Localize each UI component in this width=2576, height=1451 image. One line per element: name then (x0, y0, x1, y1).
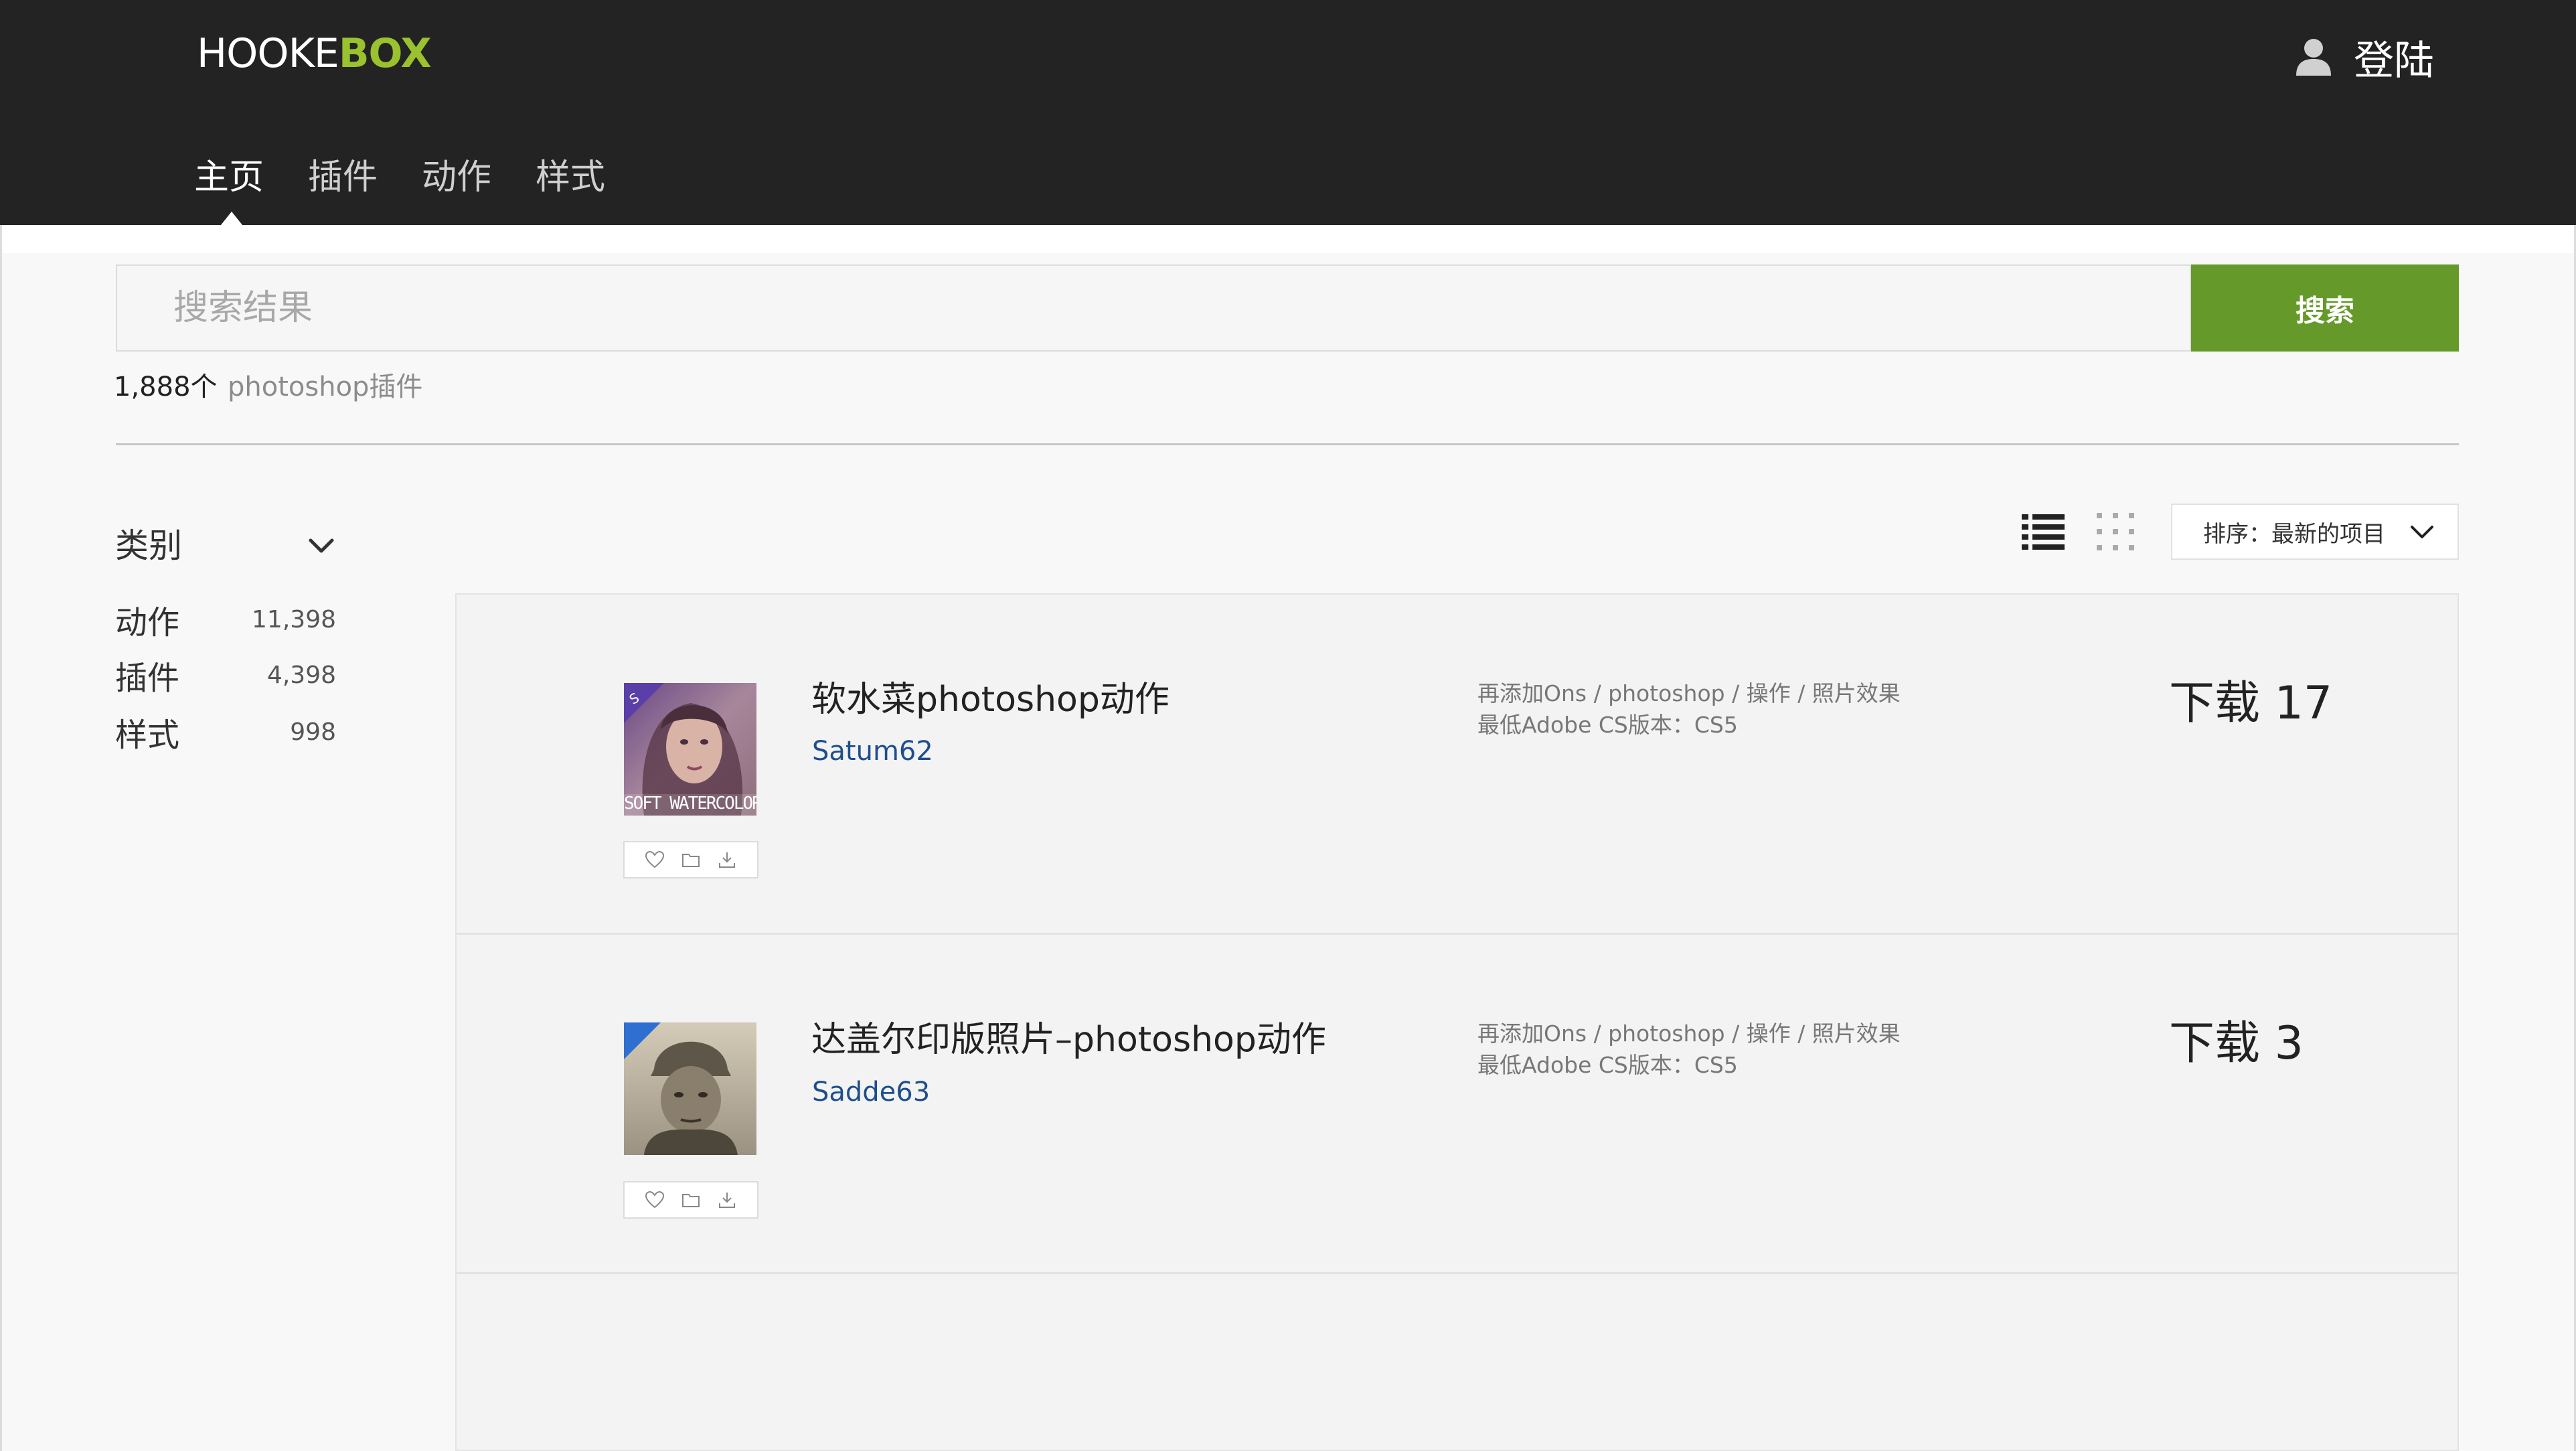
logo-text-part2: BOX (338, 30, 432, 77)
result-thumbnail[interactable]: S SOFT WATERCOLOR (624, 683, 756, 816)
item-actions (623, 841, 758, 879)
nav-item-styles[interactable]: 样式 (536, 151, 605, 204)
main-nav: 主页 插件 动作 样式 (194, 151, 649, 204)
category-item-actions[interactable]: 动作 11,398 (115, 593, 336, 646)
folder-icon[interactable] (681, 1190, 701, 1210)
nav-item-plugins[interactable]: 插件 (308, 151, 378, 204)
active-nav-indicator (221, 212, 242, 225)
thumbnail-caption: SOFT WATERCOLOR (624, 793, 756, 814)
category-count: 998 (290, 718, 336, 746)
result-downloads: 下载 3 (2169, 1017, 2304, 1070)
soldier-thumbnail-image (624, 1022, 756, 1155)
result-downloads: 下载 17 (2169, 677, 2333, 730)
nav-item-actions[interactable]: 动作 (422, 151, 491, 204)
chevron-down-icon[interactable] (305, 532, 337, 559)
nav-item-home[interactable]: 主页 (194, 151, 264, 204)
logo-text-part1: HOOKE (197, 30, 339, 77)
category-label: 插件 (115, 660, 180, 697)
result-title[interactable]: 软水菜photoshop动作 (811, 676, 1170, 723)
search-input[interactable] (117, 265, 2190, 351)
category-label: 样式 (115, 716, 180, 754)
heart-icon[interactable] (645, 1190, 665, 1210)
search-button[interactable]: 搜索 (2191, 264, 2459, 352)
search-box (116, 264, 2191, 352)
logo[interactable]: HOOKEBOX (197, 27, 432, 80)
category-title: 类别 (115, 526, 182, 565)
result-count: 1,888个 (114, 372, 218, 402)
category-label: 动作 (115, 604, 180, 641)
sort-dropdown[interactable]: 排序：最新的项目 (2171, 504, 2459, 560)
result-author[interactable]: Satum62 (812, 731, 933, 771)
login-button[interactable]: 登陆 (2293, 27, 2434, 87)
sort-label: 排序：最新的项目 (2203, 520, 2385, 548)
category-count: 4,398 (266, 661, 336, 689)
result-tag[interactable]: photoshop插件 (228, 367, 422, 407)
result-version: 最低Adobe CS版本：CS5 (1477, 712, 1738, 738)
grid-view-icon[interactable] (2095, 512, 2136, 552)
result-thumbnail[interactable] (624, 1022, 756, 1155)
frame-left (0, 225, 2, 1451)
download-icon[interactable] (717, 850, 737, 870)
result-version: 最低Adobe CS版本：CS5 (1477, 1052, 1738, 1078)
category-item-plugins[interactable]: 插件 4,398 (115, 648, 336, 702)
header-underline-strip (0, 225, 2576, 253)
list-view-icon[interactable] (2022, 512, 2065, 552)
result-title[interactable]: 达盖尔印版照片–photoshop动作 (811, 1016, 1326, 1063)
result-author[interactable]: Sadde63 (812, 1072, 930, 1112)
row-divider (455, 933, 2459, 935)
item-actions (623, 1181, 758, 1219)
login-label: 登陆 (2354, 37, 2434, 84)
download-icon[interactable] (717, 1190, 737, 1210)
category-item-styles[interactable]: 样式 998 (115, 705, 336, 759)
result-category-path: 再添加Ons / photoshop / 操作 / 照片效果 (1477, 1020, 1901, 1047)
folder-icon[interactable] (681, 850, 701, 870)
heart-icon[interactable] (645, 850, 665, 870)
chevron-down-icon (2411, 526, 2433, 538)
category-count: 11,398 (252, 605, 336, 633)
divider (116, 443, 2459, 445)
row-divider (455, 1272, 2459, 1274)
result-category-path: 再添加Ons / photoshop / 操作 / 照片效果 (1477, 680, 1901, 706)
user-icon (2296, 39, 2331, 76)
